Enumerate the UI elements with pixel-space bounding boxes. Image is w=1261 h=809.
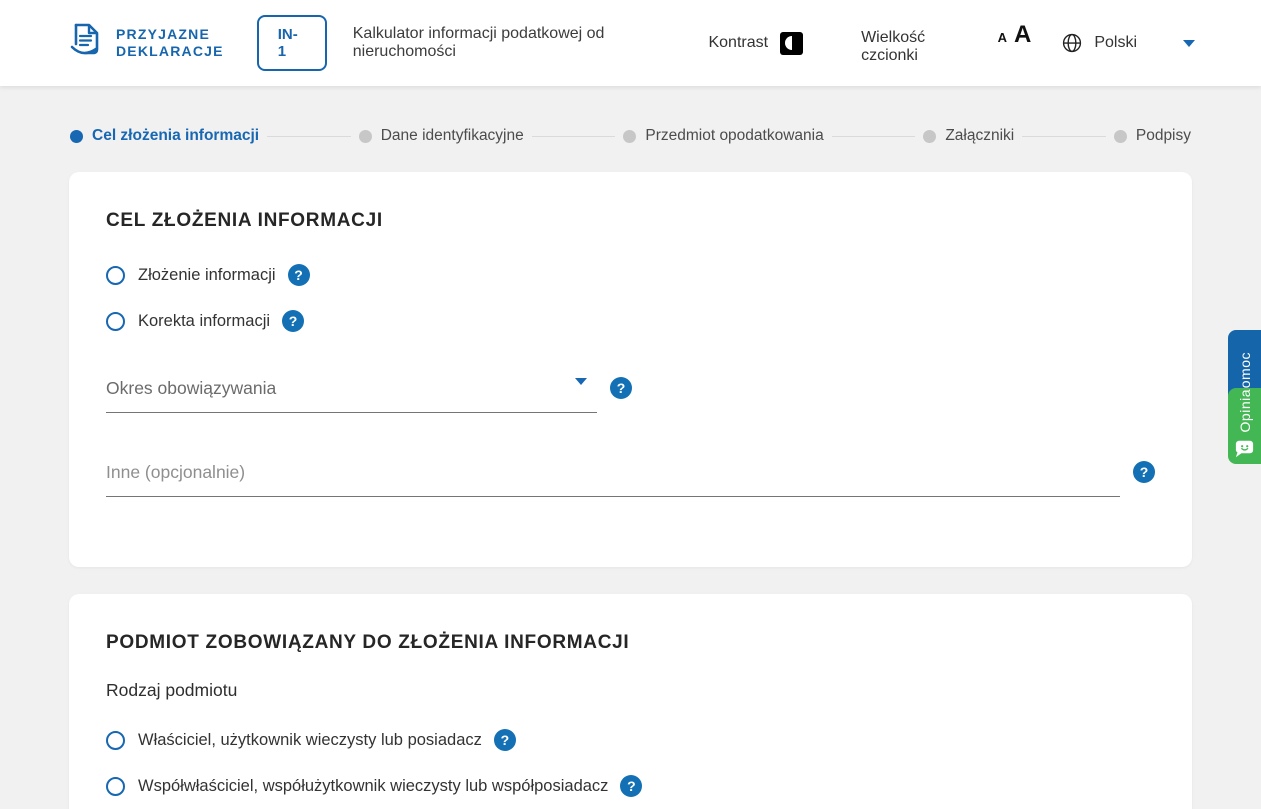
progress-stepper: Cel złożenia informacji Dane identyfikac…	[70, 86, 1191, 145]
help-icon[interactable]: ?	[1133, 461, 1155, 483]
step-dot	[1114, 130, 1127, 143]
font-size-label: Wielkość czcionki	[861, 29, 982, 65]
card-cel-zlozenia: CEL ZŁOŻENIA INFORMACJI Złożenie informa…	[69, 172, 1192, 567]
contrast-icon	[780, 32, 803, 55]
step-connector	[532, 136, 616, 137]
logo-wordmark: PRZYJAZNE DEKLARACJE	[116, 26, 224, 60]
help-icon[interactable]: ?	[620, 775, 642, 797]
help-icon[interactable]: ?	[288, 264, 310, 286]
globe-icon	[1061, 32, 1083, 54]
step-connector	[832, 136, 916, 137]
okres-obowiazywania-select[interactable]: Okres obowiązywania	[106, 376, 597, 413]
step-connector	[1022, 136, 1106, 137]
chat-smiley-icon	[1235, 440, 1254, 463]
document-logo-icon	[66, 20, 106, 67]
rodzaj-podmiotu-label: Rodzaj podmiotu	[106, 680, 1155, 701]
help-icon[interactable]: ?	[282, 310, 304, 332]
radio-wlasciciel[interactable]	[106, 731, 125, 750]
help-icon[interactable]: ?	[610, 377, 632, 399]
radio-row-wspolwlasciciel: Współwłaściciel, współużytkownik wieczys…	[106, 775, 1155, 797]
period-field-row: Okres obowiązywania ?	[106, 376, 1155, 413]
form-type-badge: IN-1	[257, 15, 327, 71]
step-cel-zlozenia[interactable]: Cel złożenia informacji	[70, 127, 259, 145]
radio-row-zlozenie-informacji: Złożenie informacji ?	[106, 264, 1155, 286]
step-przedmiot-opodatkowania[interactable]: Przedmiot opodatkowania	[623, 127, 823, 145]
radio-korekta-informacji[interactable]	[106, 312, 125, 331]
other-field-row: ?	[106, 460, 1155, 497]
radio-wspolwlasciciel[interactable]	[106, 777, 125, 796]
radio-zlozenie-informacji[interactable]	[106, 266, 125, 285]
radio-row-wlasciciel: Właściciel, użytkownik wieczysty lub pos…	[106, 729, 1155, 751]
step-dot	[359, 130, 372, 143]
chevron-down-icon	[1183, 40, 1195, 47]
step-podpisy[interactable]: Podpisy	[1114, 127, 1191, 145]
font-size-small-button[interactable]: A	[998, 30, 1007, 45]
contrast-label: Kontrast	[708, 34, 768, 52]
app-logo[interactable]: PRZYJAZNE DEKLARACJE	[66, 20, 224, 67]
language-current: Polski	[1094, 34, 1137, 52]
font-size-large-button[interactable]: A	[1014, 21, 1031, 49]
font-size-control: Wielkość czcionki A A	[861, 21, 1031, 65]
step-dot	[623, 130, 636, 143]
radio-row-korekta-informacji: Korekta informacji ?	[106, 310, 1155, 332]
step-dot	[70, 130, 83, 143]
chevron-down-icon	[575, 385, 587, 403]
feedback-tab[interactable]: Opinia	[1228, 388, 1261, 464]
step-dane-identyfikacyjne[interactable]: Dane identyfikacyjne	[359, 127, 524, 145]
step-zalaczniki[interactable]: Załączniki	[923, 127, 1014, 145]
contrast-toggle[interactable]: Kontrast	[708, 32, 803, 55]
page-title: Kalkulator informacji podatkowej od nier…	[353, 25, 709, 61]
inne-opcjonalnie-input[interactable]	[106, 460, 1120, 497]
step-dot	[923, 130, 936, 143]
card-podmiot-zobowiazany: PODMIOT ZOBOWIĄZANY DO ZŁOŻENIA INFORMAC…	[69, 594, 1192, 809]
card-heading: PODMIOT ZOBOWIĄZANY DO ZŁOŻENIA INFORMAC…	[106, 632, 1155, 654]
card-heading: CEL ZŁOŻENIA INFORMACJI	[106, 210, 1155, 232]
language-selector[interactable]: Polski	[1061, 32, 1195, 54]
main-content: CEL ZŁOŻENIA INFORMACJI Złożenie informa…	[0, 172, 1261, 809]
step-connector	[267, 136, 351, 137]
help-icon[interactable]: ?	[494, 729, 516, 751]
app-header: PRZYJAZNE DEKLARACJE IN-1 Kalkulator inf…	[0, 0, 1261, 86]
